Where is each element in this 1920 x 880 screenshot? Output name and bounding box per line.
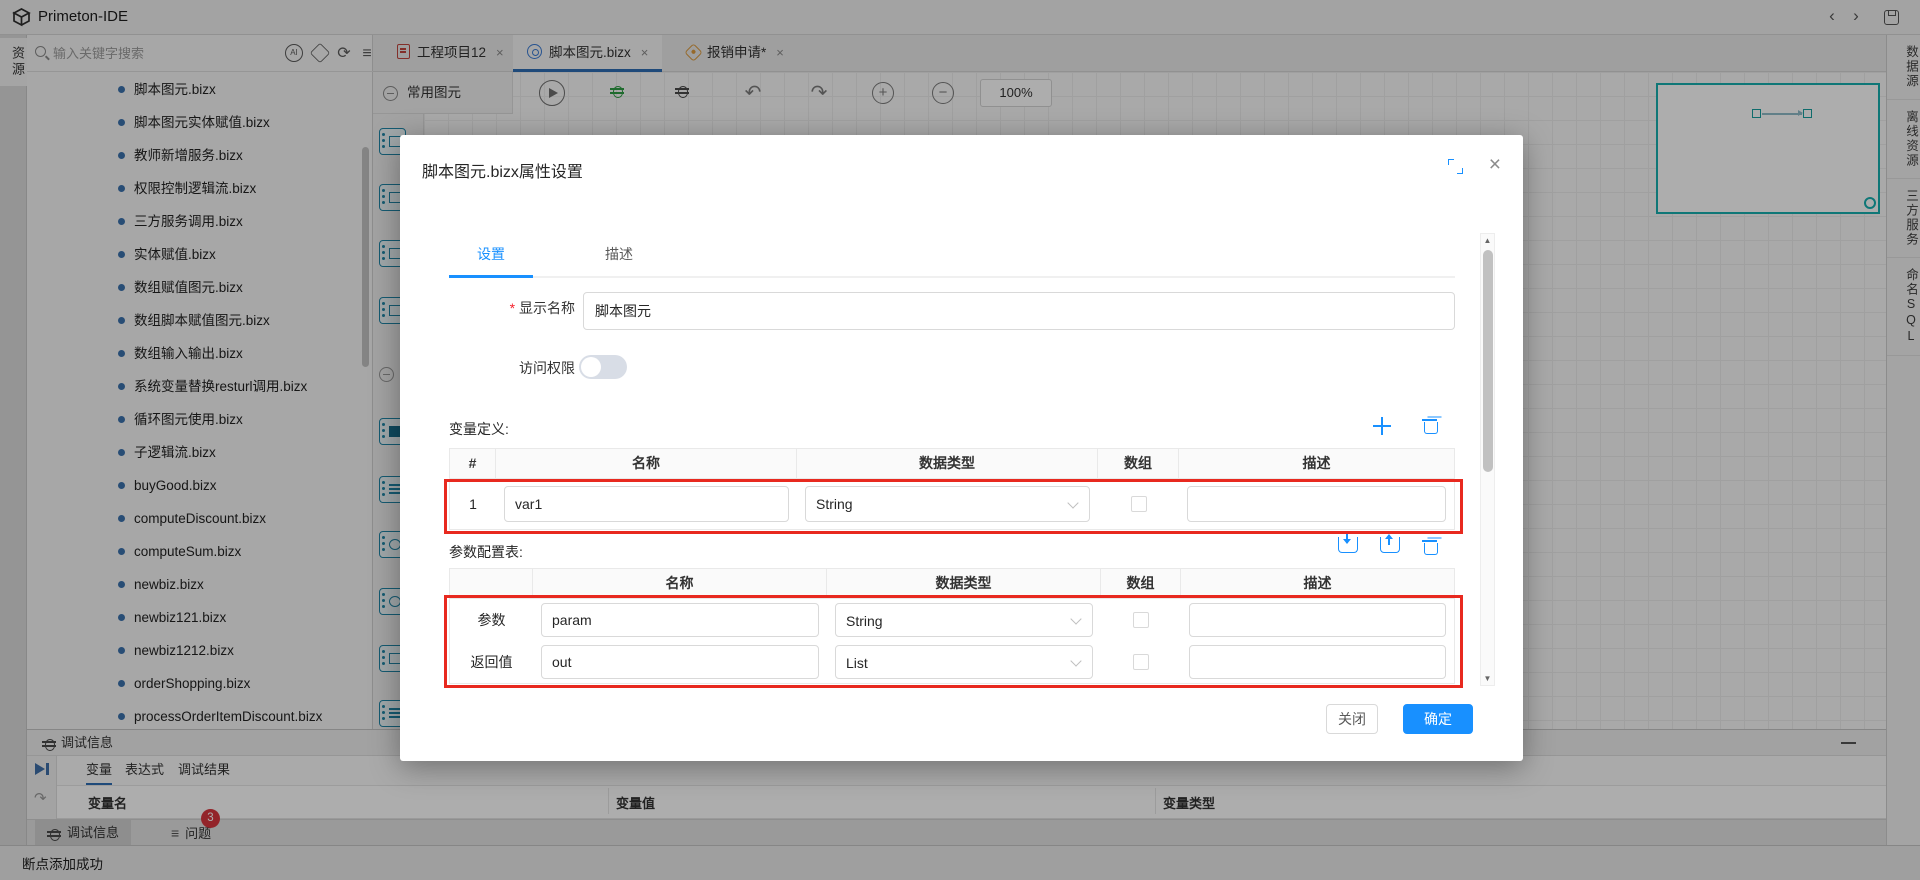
col-datatype: 数据类型 — [827, 569, 1101, 598]
scroll-thumb[interactable] — [1483, 250, 1493, 472]
trash-icon[interactable] — [1422, 416, 1438, 434]
import-icon[interactable] — [1338, 537, 1358, 553]
return-name-input[interactable] — [541, 645, 819, 679]
return-type-select[interactable]: List — [835, 645, 1093, 679]
variables-section-label: 变量定义: — [449, 419, 509, 439]
close-button[interactable]: 关闭 — [1326, 704, 1378, 734]
row-label: 参数 — [450, 599, 533, 641]
params-table-header: 名称 数据类型 数组 描述 — [450, 569, 1454, 599]
col-rowlabel — [450, 569, 533, 598]
chevron-down-icon — [1067, 497, 1078, 508]
selected-value: String — [816, 496, 853, 512]
param-type-select[interactable]: String — [835, 603, 1093, 637]
tab-settings[interactable]: 设置 — [449, 234, 533, 278]
variable-name-input[interactable] — [504, 486, 789, 522]
chevron-down-icon — [1070, 655, 1081, 666]
params-table: 名称 数据类型 数组 描述 参数 String 返回值 List — [449, 568, 1455, 684]
variables-table: # 名称 数据类型 数组 描述 1 String — [449, 448, 1455, 530]
access-permission-label: 访问权限 — [460, 358, 575, 378]
return-row: 返回值 List — [450, 641, 1454, 683]
dialog-scrollbar[interactable] — [1480, 233, 1495, 686]
array-checkbox[interactable] — [1133, 612, 1149, 628]
param-name-input[interactable] — [541, 603, 819, 637]
variable-row: 1 String — [450, 479, 1454, 529]
variable-desc-input[interactable] — [1187, 486, 1446, 522]
selected-value: String — [846, 613, 883, 629]
row-label: 返回值 — [450, 641, 533, 683]
col-name: 名称 — [533, 569, 827, 598]
col-datatype: 数据类型 — [797, 449, 1098, 478]
param-desc-input[interactable] — [1189, 603, 1446, 637]
col-name: 名称 — [496, 449, 797, 478]
col-description: 描述 — [1181, 569, 1454, 598]
arrow-up-icon — [1388, 535, 1390, 545]
export-icon[interactable] — [1380, 537, 1400, 553]
dialog-tab-bar: 设置 描述 — [449, 234, 1455, 278]
scroll-up-icon[interactable] — [1481, 236, 1494, 245]
dialog-title: 脚本图元.bizx属性设置 — [422, 158, 583, 182]
expand-icon[interactable] — [1448, 159, 1463, 174]
tab-description[interactable]: 描述 — [577, 234, 661, 278]
chevron-down-icon — [1070, 613, 1081, 624]
access-permission-toggle[interactable] — [579, 355, 627, 379]
display-name-input[interactable] — [583, 292, 1455, 330]
variable-type-select[interactable]: String — [805, 486, 1090, 522]
scroll-down-icon[interactable] — [1481, 674, 1494, 683]
confirm-button[interactable]: 确定 — [1403, 704, 1473, 734]
array-checkbox[interactable] — [1131, 496, 1147, 512]
active-tab-underline — [449, 275, 533, 278]
arrow-down-icon — [1346, 533, 1348, 543]
plus-icon[interactable] — [1372, 416, 1392, 436]
col-index: # — [450, 449, 496, 478]
trash-icon[interactable] — [1422, 537, 1438, 555]
row-index: 1 — [450, 479, 496, 529]
display-name-label: 显示名称 — [460, 298, 575, 318]
return-desc-input[interactable] — [1189, 645, 1446, 679]
params-section-label: 参数配置表: — [449, 542, 523, 562]
col-array: 数组 — [1098, 449, 1179, 478]
param-row: 参数 String — [450, 599, 1454, 641]
col-array: 数组 — [1101, 569, 1181, 598]
variables-table-header: # 名称 数据类型 数组 描述 — [450, 449, 1454, 479]
close-icon[interactable] — [1489, 153, 1501, 177]
col-description: 描述 — [1179, 449, 1454, 478]
selected-value: List — [846, 655, 868, 671]
properties-dialog: 脚本图元.bizx属性设置 设置 描述 显示名称 访问权限 变量定义: # 名称… — [400, 135, 1523, 761]
array-checkbox[interactable] — [1133, 654, 1149, 670]
